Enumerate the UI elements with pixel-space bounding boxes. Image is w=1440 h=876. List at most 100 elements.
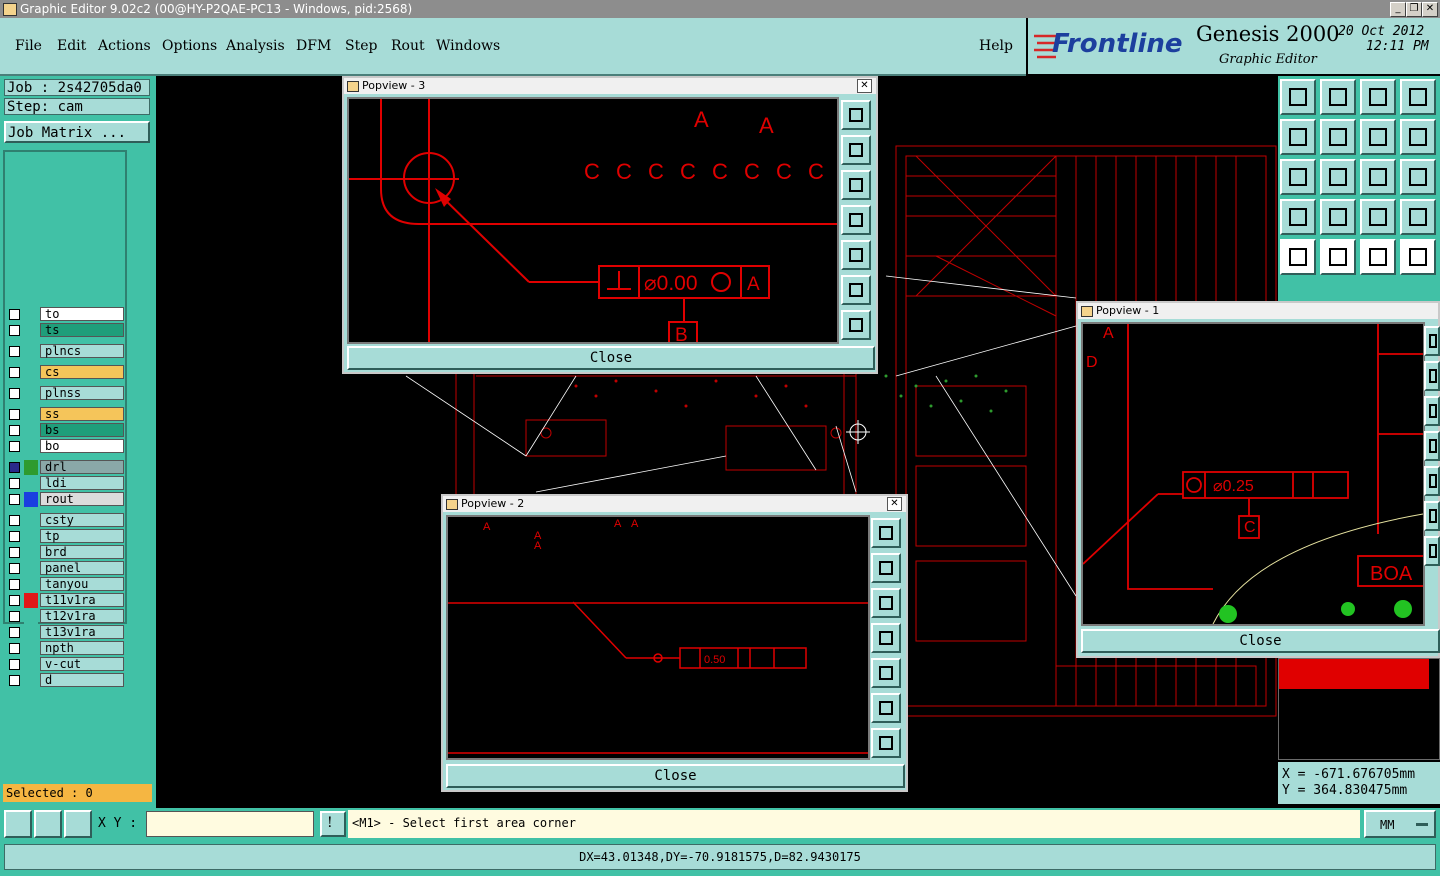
layer-color-swatch[interactable]: [24, 344, 38, 359]
feature-add-button[interactable]: [1280, 239, 1316, 275]
layer-color-swatch[interactable]: [24, 386, 38, 401]
close-window-button[interactable]: ✕: [1422, 2, 1438, 17]
p3-fit-screen-button[interactable]: [841, 310, 871, 340]
layer-row-ss[interactable]: ss: [6, 407, 124, 422]
p3-zoom-out-button[interactable]: [841, 170, 871, 200]
ruler-button[interactable]: [1360, 239, 1396, 275]
p2-zoom-out-button[interactable]: [871, 588, 901, 618]
p2-pan-right-button[interactable]: [871, 658, 901, 688]
help-button[interactable]: [1400, 159, 1436, 195]
layer-color-swatch[interactable]: [24, 625, 38, 640]
layer-row-bs[interactable]: bs: [6, 423, 124, 438]
layer-checkbox[interactable]: [9, 409, 20, 420]
popview-2-close-icon[interactable]: ✕: [887, 497, 902, 511]
layer-color-swatch[interactable]: [24, 307, 38, 322]
popview-2-canvas[interactable]: AAA AA 0.50: [446, 515, 870, 760]
layer-color-swatch[interactable]: [24, 513, 38, 528]
p1-zoom-home-button[interactable]: [1424, 361, 1440, 391]
layer-checkbox[interactable]: [9, 388, 20, 399]
layer-checkbox[interactable]: [9, 478, 20, 489]
layer-row-rout[interactable]: rout: [6, 492, 124, 507]
layer-name[interactable]: csty: [40, 513, 124, 527]
popview-3-canvas[interactable]: AA CCCC CCCC ⌀0.00 A B: [347, 97, 839, 346]
layer-row-v-cut[interactable]: v-cut: [6, 657, 124, 672]
layer-color-swatch[interactable]: [24, 460, 38, 475]
home-down-button[interactable]: [1320, 79, 1356, 115]
p2-fit-all-button[interactable]: [871, 693, 901, 723]
menu-step[interactable]: Step: [345, 38, 377, 54]
layer-checkbox[interactable]: [9, 627, 20, 638]
snap-tool-button[interactable]: [4, 810, 32, 838]
layer-checkbox[interactable]: [9, 579, 20, 590]
layer-checkbox[interactable]: [9, 425, 20, 436]
layer-name[interactable]: panel: [40, 561, 124, 575]
filter-button[interactable]: [1280, 199, 1316, 235]
layer-checkbox[interactable]: [9, 675, 20, 686]
maximize-button[interactable]: ❐: [1406, 2, 1422, 17]
layer-checkbox[interactable]: [9, 325, 20, 336]
layer-row-brd[interactable]: brd: [6, 545, 124, 560]
p1-zoom-in-button[interactable]: [1424, 326, 1440, 356]
menu-rout[interactable]: Rout: [391, 38, 425, 54]
p1-pan-right-button[interactable]: [1424, 466, 1440, 496]
layer-color-swatch[interactable]: [24, 609, 38, 624]
layer-name[interactable]: v-cut: [40, 657, 124, 671]
layer-row-d[interactable]: d: [6, 673, 124, 688]
layer-checkbox[interactable]: [9, 531, 20, 542]
layer-row-cs[interactable]: cs: [6, 365, 124, 380]
p2-pan-left-button[interactable]: [871, 623, 901, 653]
ratio-button[interactable]: [1360, 159, 1396, 195]
units-selector[interactable]: MM: [1364, 810, 1436, 838]
p2-zoom-in-button[interactable]: [871, 518, 901, 548]
layer-row-npth[interactable]: npth: [6, 641, 124, 656]
layer-color-swatch[interactable]: [24, 657, 38, 672]
menu-actions[interactable]: Actions: [98, 38, 151, 54]
layer-row-ldi[interactable]: ldi: [6, 476, 124, 491]
layer-row-t13v1ra[interactable]: t13v1ra: [6, 625, 124, 640]
layer-name[interactable]: ss: [40, 407, 124, 421]
pan-left-button[interactable]: [1280, 119, 1316, 155]
menu-options[interactable]: Options: [162, 38, 217, 54]
p1-pan-left-button[interactable]: [1424, 431, 1440, 461]
layer-checkbox[interactable]: [9, 515, 20, 526]
layer-name[interactable]: bs: [40, 423, 124, 437]
menu-help[interactable]: Help: [979, 38, 1013, 54]
popview-3-close-button[interactable]: Close: [347, 346, 875, 370]
layer-row-bo[interactable]: bo: [6, 439, 124, 454]
layer-name[interactable]: npth: [40, 641, 124, 655]
layer-checkbox[interactable]: [9, 643, 20, 654]
drill-select-button[interactable]: [1400, 199, 1436, 235]
menu-edit[interactable]: Edit: [57, 38, 86, 54]
layer-color-swatch[interactable]: [24, 593, 38, 608]
layer-name[interactable]: ldi: [40, 476, 124, 490]
layer-name[interactable]: plnss: [40, 386, 124, 400]
home-up-button[interactable]: [1280, 79, 1316, 115]
layer-checkbox[interactable]: [9, 441, 20, 452]
p3-pan-right-button[interactable]: [841, 240, 871, 270]
layer-color-swatch[interactable]: [24, 673, 38, 688]
layer-checkbox[interactable]: [9, 309, 20, 320]
select-area-button[interactable]: [1400, 239, 1436, 275]
layer-row-t11v1ra[interactable]: t11v1ra: [6, 593, 124, 608]
layer-color-swatch[interactable]: [24, 323, 38, 338]
p1-fit-all-button[interactable]: [1424, 501, 1440, 531]
layer-row-csty[interactable]: csty: [6, 513, 124, 528]
layer-checkbox[interactable]: [9, 611, 20, 622]
layer-checkbox[interactable]: [9, 462, 20, 473]
home-button[interactable]: [1360, 79, 1396, 115]
p3-pan-left-button[interactable]: [841, 205, 871, 235]
layer-name[interactable]: d: [40, 673, 124, 687]
grid-tool-button[interactable]: [64, 810, 92, 838]
layer-name[interactable]: tanyou: [40, 577, 124, 591]
layer-color-swatch[interactable]: [24, 561, 38, 576]
menu-dfm[interactable]: DFM: [296, 38, 331, 54]
popview-1-canvas[interactable]: AD ⌀0.25 C BOA: [1081, 322, 1429, 626]
minimize-button[interactable]: _: [1390, 2, 1406, 17]
layer-color-swatch[interactable]: [24, 529, 38, 544]
layer-color-swatch[interactable]: [24, 423, 38, 438]
p3-zoom-in-button[interactable]: [841, 100, 871, 130]
menu-file[interactable]: File: [15, 38, 42, 54]
layer-color-swatch[interactable]: [24, 492, 38, 507]
layer-name[interactable]: drl: [40, 460, 124, 474]
popview-2-close-button[interactable]: Close: [446, 764, 905, 788]
